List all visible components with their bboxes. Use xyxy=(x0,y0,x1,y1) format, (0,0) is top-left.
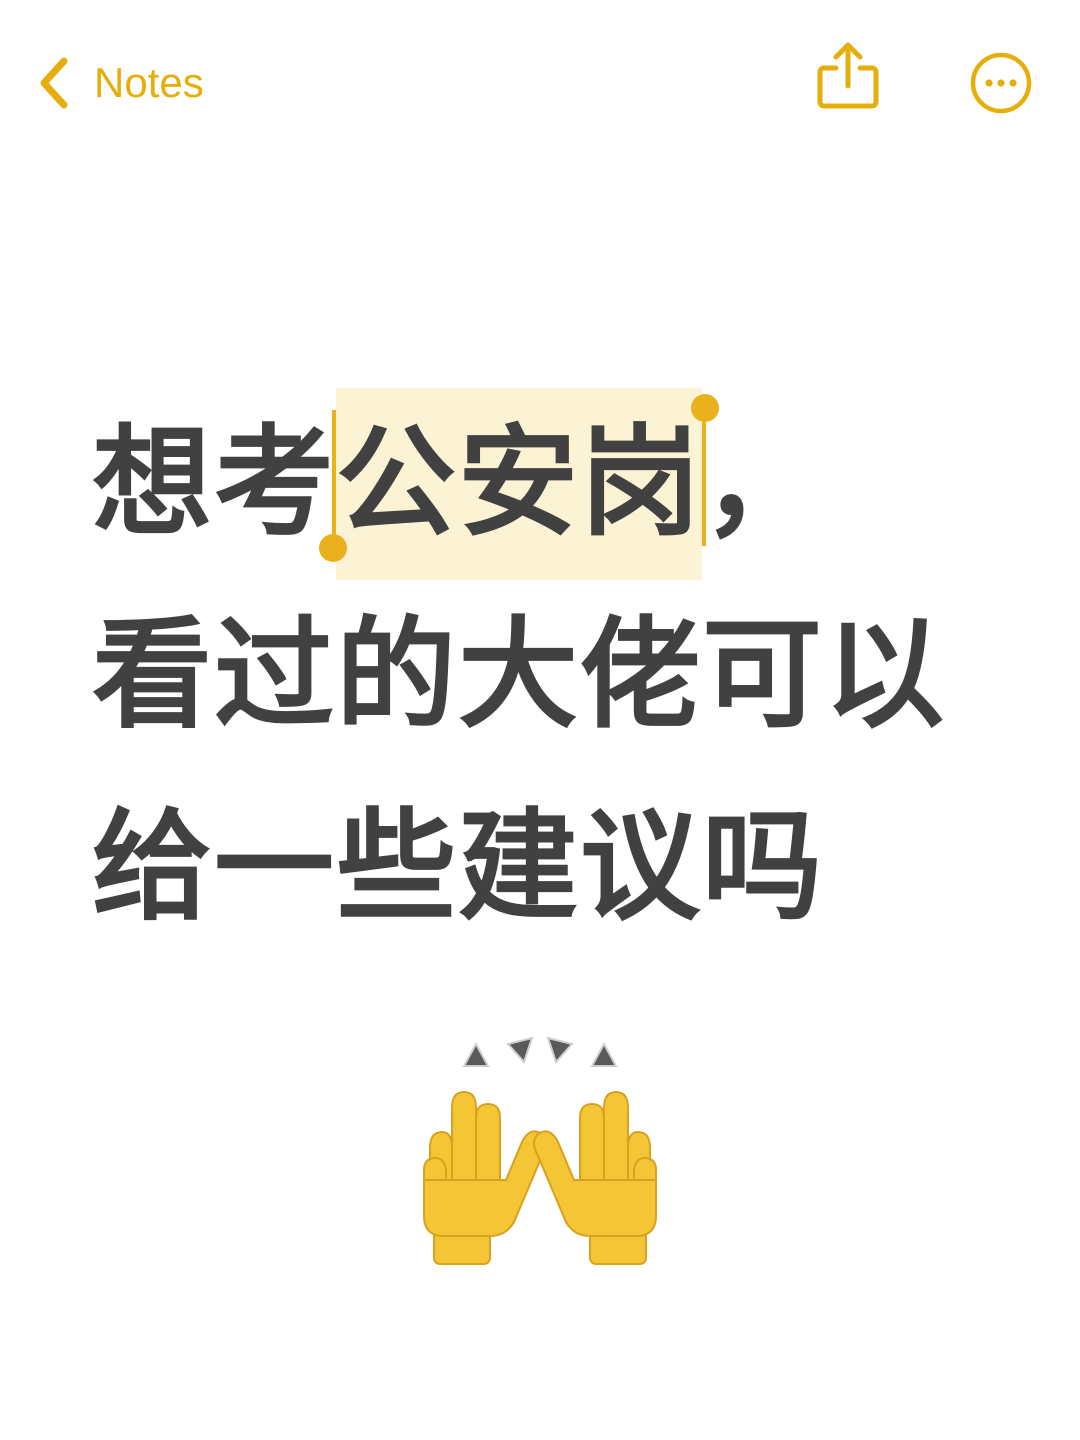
selection-start-handle[interactable] xyxy=(319,534,347,562)
note-line-3: 给一些建议吗 xyxy=(92,798,824,937)
note-line-1: 想考公安岗， xyxy=(92,388,1052,580)
selection-end-caret xyxy=(702,410,706,546)
share-button[interactable] xyxy=(812,38,884,114)
note-text-punctuation: ， xyxy=(702,414,824,553)
more-button[interactable] xyxy=(968,50,1034,116)
share-icon xyxy=(812,42,884,118)
back-button[interactable]: Notes xyxy=(36,50,204,116)
selected-text[interactable]: 公安岗 xyxy=(319,388,719,580)
selected-text-label: 公安岗 xyxy=(336,414,702,553)
chevron-left-icon xyxy=(36,55,70,111)
selection-start-caret xyxy=(332,410,336,546)
back-label: Notes xyxy=(94,59,204,106)
note-text-plain: 想考 xyxy=(92,414,336,553)
more-icon xyxy=(968,52,1034,120)
note-line-2: 看过的大佬可以 xyxy=(92,606,946,745)
raising-hands-emoji xyxy=(410,1030,670,1280)
selection-end-handle[interactable] xyxy=(691,394,719,422)
navigation-bar: Notes xyxy=(0,0,1080,170)
note-body[interactable]: 想考公安岗， 看过的大佬可以 给一些建议吗 xyxy=(92,388,1052,964)
